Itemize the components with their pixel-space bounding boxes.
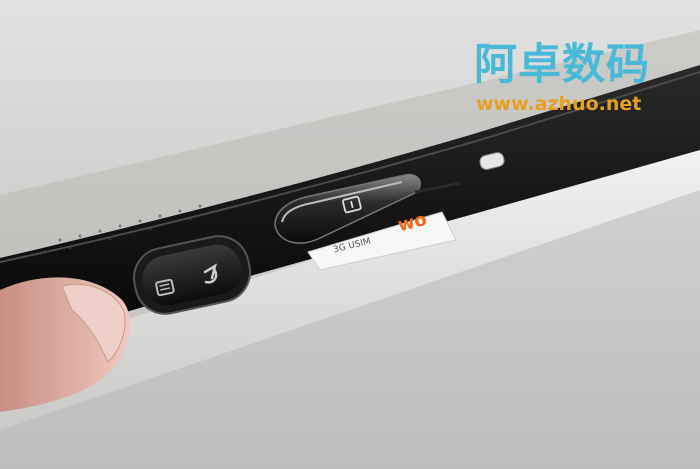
photo-scene: wo 3G USIM 阿卓数码 www.azhuo.net [0,0,700,469]
watermark-url: www.azhuo.net [476,93,642,115]
watermark-title: 阿卓数码 [474,40,650,90]
